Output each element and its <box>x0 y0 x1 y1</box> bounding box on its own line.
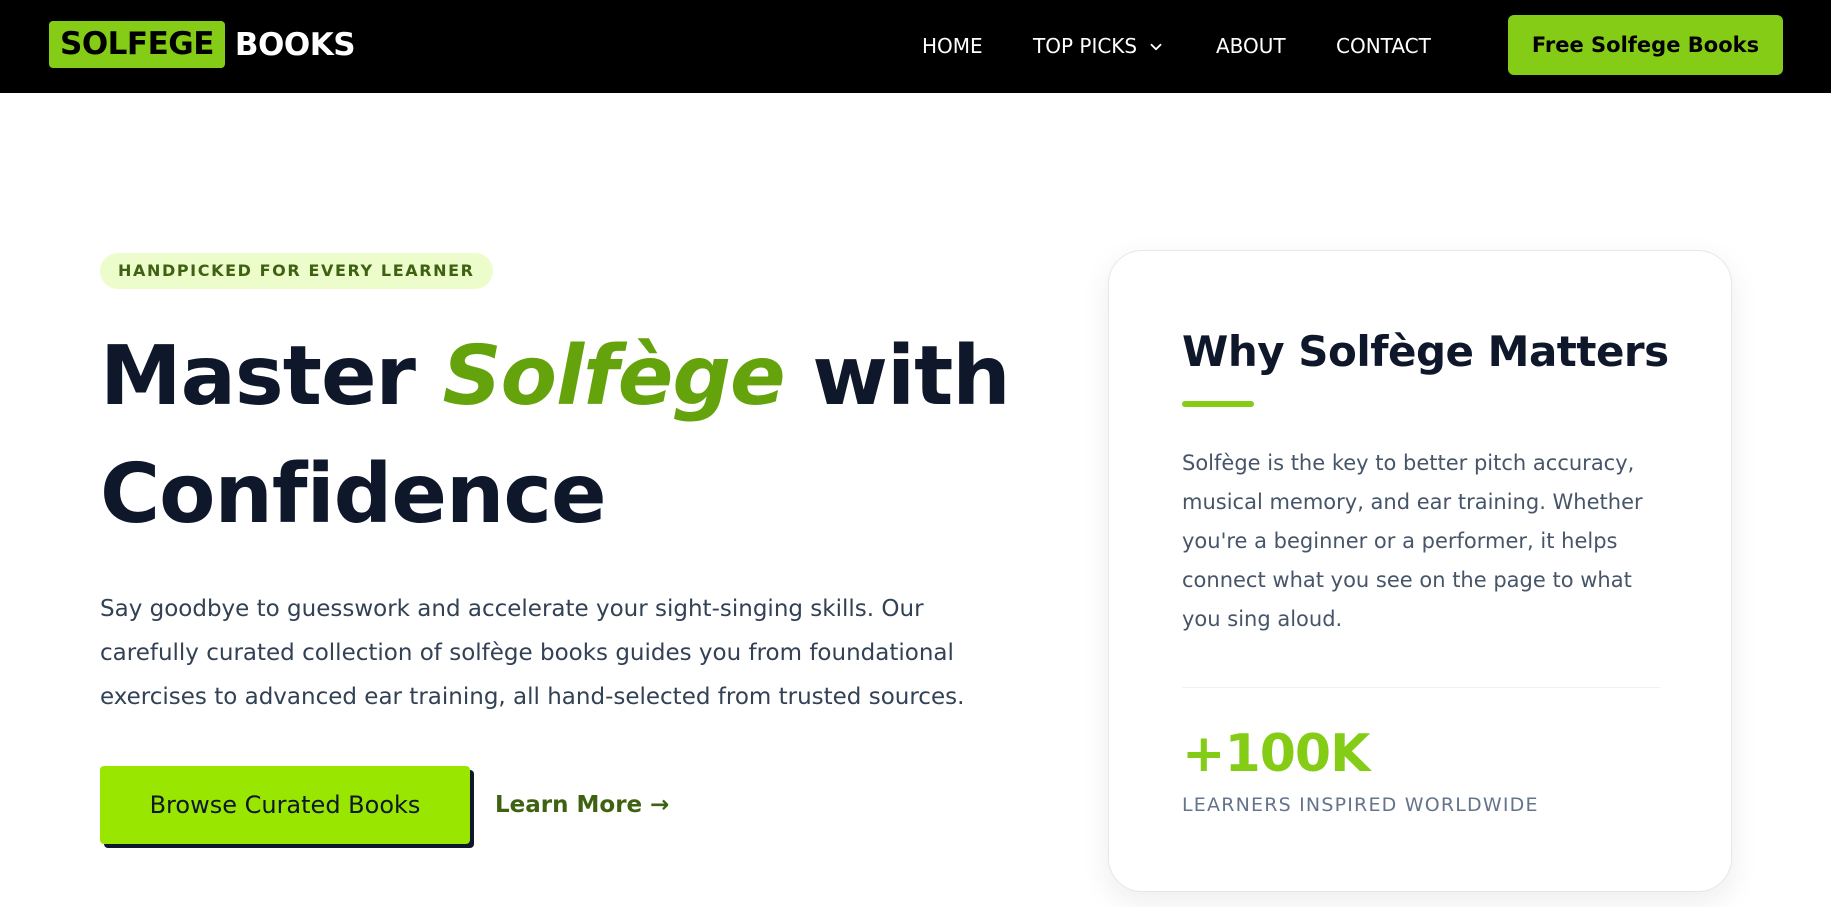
headline-part-2: with <box>784 329 1010 424</box>
card-divider <box>1182 687 1660 688</box>
free-books-button[interactable]: Free Solfege Books <box>1508 15 1783 75</box>
hero-headline: Master Solfège with Confidence <box>100 318 1020 554</box>
hero-badge: HANDPICKED FOR EVERY LEARNER <box>100 253 493 289</box>
logo-highlight: SOLFEGE <box>49 21 225 68</box>
nav-home[interactable]: HOME <box>922 34 983 58</box>
headline-accent: Solfège <box>442 329 786 424</box>
headline-line-2: Confidence <box>100 447 607 542</box>
hero-lead: Say goodbye to guesswork and accelerate … <box>100 596 965 710</box>
card-title-underline <box>1182 401 1254 407</box>
why-solfege-card: Why Solfège Matters Solfège is the key t… <box>1108 250 1732 892</box>
nav-top-picks[interactable]: TOP PICKS <box>1033 34 1165 58</box>
nav-top-picks-label: TOP PICKS <box>1033 34 1138 58</box>
stat-value: +100K <box>1182 724 1370 784</box>
browse-books-button[interactable]: Browse Curated Books <box>100 766 470 844</box>
card-body: Solfège is the key to better pitch accur… <box>1182 451 1643 631</box>
site-header: SOLFEGE BOOKS HOME TOP PICKS ABOUT CONTA… <box>0 0 1831 93</box>
card-title: Why Solfège Matters <box>1182 327 1669 376</box>
nav-contact[interactable]: CONTACT <box>1336 34 1431 58</box>
learn-more-link[interactable]: Learn More → <box>495 792 669 818</box>
stat-label: LEARNERS INSPIRED WORLDWIDE <box>1182 794 1539 816</box>
chevron-down-icon <box>1150 43 1162 51</box>
logo-text: BOOKS <box>234 26 356 63</box>
headline-part-1: Master <box>100 329 443 424</box>
site-logo[interactable]: SOLFEGE BOOKS <box>49 21 356 68</box>
nav-about[interactable]: ABOUT <box>1216 34 1286 58</box>
